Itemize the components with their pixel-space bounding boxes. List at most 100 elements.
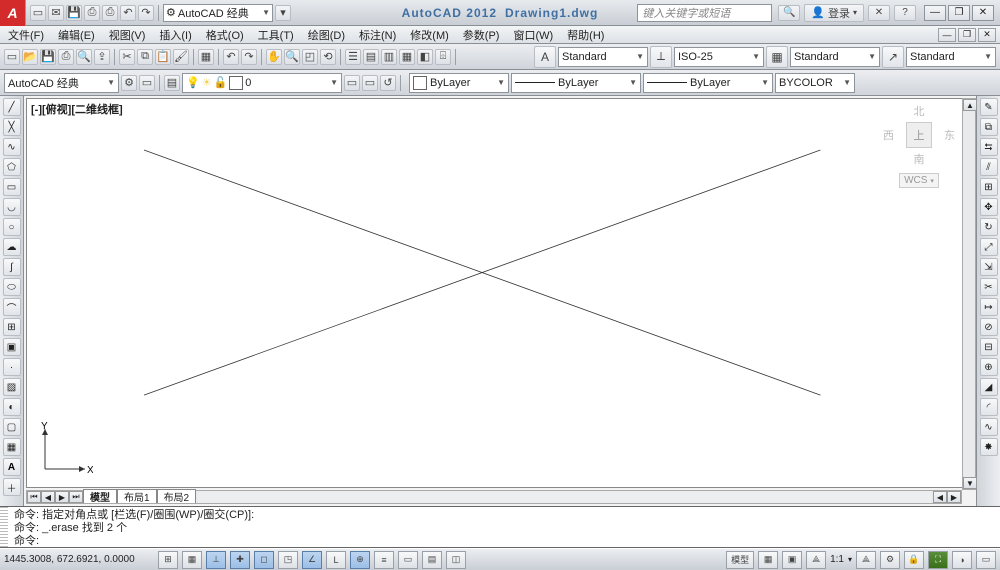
layer-states-icon[interactable]: ▭: [344, 75, 360, 91]
polar-toggle[interactable]: ✚: [230, 551, 250, 569]
tab-prev-icon[interactable]: ◀: [41, 491, 55, 503]
tab-first-icon[interactable]: ⏮: [27, 491, 41, 503]
zoom-realtime-icon[interactable]: 🔍: [284, 49, 300, 65]
region-icon[interactable]: ▢: [3, 418, 21, 436]
my-workspace-icon[interactable]: ▭: [139, 75, 155, 91]
menu-view[interactable]: 视图(V): [105, 27, 150, 43]
doc-minimize-button[interactable]: —: [938, 28, 956, 42]
plot-preview-icon[interactable]: 🔍: [76, 49, 92, 65]
scroll-up-icon[interactable]: ▲: [963, 99, 977, 111]
text-style-combo[interactable]: Standard▼: [558, 47, 648, 67]
annotation-visibility-icon[interactable]: ⟁: [856, 551, 876, 569]
open2-icon[interactable]: 📂: [22, 49, 38, 65]
sc-toggle[interactable]: ◫: [446, 551, 466, 569]
quick-view-drawings-icon[interactable]: ▣: [782, 551, 802, 569]
menu-parametric[interactable]: 参数(P): [459, 27, 504, 43]
app-menu-icon[interactable]: A: [0, 0, 26, 26]
signin-button[interactable]: 👤 登录 ▾: [804, 4, 864, 22]
point-icon[interactable]: ·: [3, 358, 21, 376]
menu-window[interactable]: 窗口(W): [509, 27, 557, 43]
mleader-style-icon[interactable]: ↗: [882, 46, 904, 68]
arc-icon[interactable]: ◡: [3, 198, 21, 216]
menu-file[interactable]: 文件(F): [4, 27, 48, 43]
scale-icon[interactable]: ⤢: [980, 238, 998, 256]
annotation-scale-icon[interactable]: ⟁: [806, 551, 826, 569]
tab-layout1[interactable]: 布局1: [117, 489, 157, 503]
quickcalc-icon[interactable]: ⌹: [435, 49, 451, 65]
qnew-icon[interactable]: ▭: [4, 49, 20, 65]
dim-style-combo[interactable]: ISO-25▼: [674, 47, 764, 67]
spline-icon[interactable]: ∫: [3, 258, 21, 276]
tab-model[interactable]: 模型: [83, 489, 117, 503]
search-submit-icon[interactable]: 🔍: [778, 5, 800, 21]
workspace-settings-icon[interactable]: ⚙: [121, 75, 137, 91]
construction-line-icon[interactable]: ╳: [3, 118, 21, 136]
coordinates-display[interactable]: 1445.3008, 672.6921, 0.0000: [4, 554, 154, 565]
properties-icon[interactable]: ☰: [345, 49, 361, 65]
new-icon[interactable]: ▭: [30, 5, 46, 21]
mtext-icon[interactable]: A: [3, 458, 21, 476]
horizontal-scrollbar[interactable]: ⏮ ◀ ▶ ⏭ 模型 布局1 布局2 ◀ ▶: [26, 490, 962, 504]
print-icon[interactable]: ⎙: [102, 5, 118, 21]
viewport-label[interactable]: [-][俯视][二维线框]: [31, 101, 123, 117]
annotation-scale-value[interactable]: 1:1: [830, 554, 844, 565]
redo-icon[interactable]: ↷: [138, 5, 154, 21]
exchange-icon[interactable]: ✕: [868, 5, 890, 21]
lineweight-combo[interactable]: ByLayer ▼: [643, 73, 773, 93]
table-icon[interactable]: ▦: [3, 438, 21, 456]
stretch-icon[interactable]: ⇲: [980, 258, 998, 276]
mirror-icon[interactable]: ⮀: [980, 138, 998, 156]
menu-dimension[interactable]: 标注(N): [355, 27, 400, 43]
doc-close-button[interactable]: ✕: [978, 28, 996, 42]
zoom-previous-icon[interactable]: ⟲: [320, 49, 336, 65]
viewcube-east[interactable]: 东: [944, 127, 955, 143]
save2-icon[interactable]: 💾: [40, 49, 56, 65]
snap-toggle[interactable]: ⊞: [158, 551, 178, 569]
polyline-icon[interactable]: ∿: [3, 138, 21, 156]
paste-icon[interactable]: 📋: [155, 49, 171, 65]
dim-style-icon[interactable]: ⟂: [650, 46, 672, 68]
menu-insert[interactable]: 插入(I): [155, 27, 195, 43]
text-style-icon[interactable]: A: [534, 46, 556, 68]
qp-toggle[interactable]: ▤: [422, 551, 442, 569]
markup-icon[interactable]: ◧: [417, 49, 433, 65]
explode-icon[interactable]: ✸: [980, 438, 998, 456]
fillet-icon[interactable]: ◜: [980, 398, 998, 416]
wcs-dropdown[interactable]: WCS▾: [899, 173, 939, 188]
break-at-point-icon[interactable]: ⊘: [980, 318, 998, 336]
viewcube-north[interactable]: 北: [883, 103, 955, 119]
gradient-icon[interactable]: ◐: [3, 398, 21, 416]
ducs-toggle[interactable]: L: [326, 551, 346, 569]
sheet-set-icon[interactable]: ▦: [399, 49, 415, 65]
workspace-switching-icon[interactable]: ⚙: [880, 551, 900, 569]
blend-icon[interactable]: ∿: [980, 418, 998, 436]
copy-obj-icon[interactable]: ⧉: [980, 118, 998, 136]
linetype-combo[interactable]: ByLayer ▼: [511, 73, 641, 93]
matchprop-icon[interactable]: 🖌: [173, 49, 189, 65]
menu-edit[interactable]: 编辑(E): [54, 27, 99, 43]
command-prompt[interactable]: 命令:: [14, 535, 996, 548]
pan-icon[interactable]: ✋: [266, 49, 282, 65]
add-selected-icon[interactable]: ＋: [3, 478, 21, 496]
circle-icon[interactable]: ○: [3, 218, 21, 236]
dyn-toggle[interactable]: ⊕: [350, 551, 370, 569]
menu-modify[interactable]: 修改(M): [406, 27, 453, 43]
tab-layout2[interactable]: 布局2: [157, 489, 197, 503]
trim-icon[interactable]: ✂: [980, 278, 998, 296]
viewcube-south[interactable]: 南: [883, 151, 955, 167]
undo-icon[interactable]: ↶: [120, 5, 136, 21]
tpy-toggle[interactable]: ▭: [398, 551, 418, 569]
maximize-button[interactable]: ❐: [948, 5, 970, 21]
viewcube-west[interactable]: 西: [883, 127, 894, 143]
scroll-down-icon[interactable]: ▼: [963, 477, 977, 489]
table-style-icon[interactable]: ▦: [766, 46, 788, 68]
doc-restore-button[interactable]: ❐: [958, 28, 976, 42]
move-icon[interactable]: ✥: [980, 198, 998, 216]
join-icon[interactable]: ⊕: [980, 358, 998, 376]
zoom-window-icon[interactable]: ◰: [302, 49, 318, 65]
vertical-scrollbar[interactable]: ▲ ▼: [962, 98, 976, 490]
qat-dropdown-icon[interactable]: ▾: [275, 5, 291, 21]
open-icon[interactable]: ✉: [48, 5, 64, 21]
hatch-icon[interactable]: ▨: [3, 378, 21, 396]
grid-toggle[interactable]: ▦: [182, 551, 202, 569]
